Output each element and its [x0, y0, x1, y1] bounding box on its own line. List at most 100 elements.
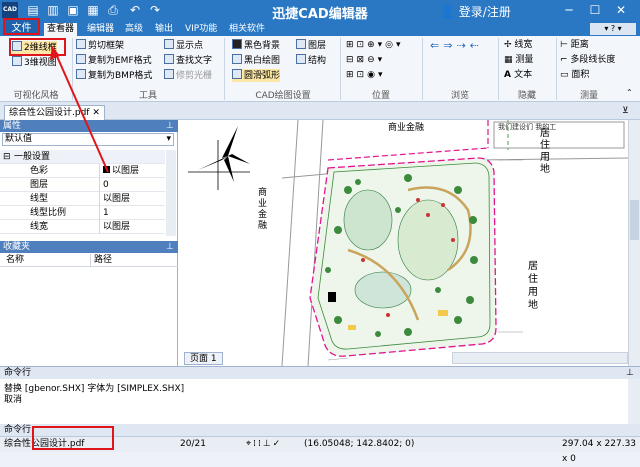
pin-icon[interactable]: ⊥	[166, 120, 174, 132]
snap-toolbar[interactable]: ⌖⁞⁞⊥✓	[246, 437, 282, 452]
layers-button[interactable]: 图层	[296, 39, 326, 52]
scroll-thumb[interactable]	[630, 200, 639, 240]
property-key: 线型比例	[30, 208, 67, 218]
show-points-button[interactable]: 显示点	[164, 39, 203, 52]
property-row[interactable]: 线宽 以图层	[0, 220, 165, 234]
status-size: 297.04 x 227.33 x 0	[562, 439, 637, 464]
collapse-ribbon-icon[interactable]: ⌃	[626, 88, 633, 97]
distance-button[interactable]: ⊢ 距离	[560, 39, 589, 52]
divider	[498, 38, 499, 100]
group-label-tools: 工具	[138, 91, 157, 101]
structure-button[interactable]: 结构	[296, 54, 326, 67]
favorites-header: 收藏夹 ⊥	[0, 241, 178, 253]
browse-arrows[interactable]: ⇐⇒⇢⇠	[430, 39, 483, 52]
login-link[interactable]: 👤 登录/注册	[440, 3, 511, 20]
group-row[interactable]: ⊟ 一般设置	[0, 150, 165, 164]
command-scrollbar[interactable]	[628, 379, 640, 425]
close-button[interactable]: ✕	[612, 2, 630, 18]
tab-editor[interactable]: 编辑器	[84, 23, 117, 36]
page-tab[interactable]: 页面 1	[184, 352, 223, 365]
tab-vip[interactable]: VIP功能	[182, 23, 220, 36]
bw-drawing-button[interactable]: 黑白绘图	[232, 54, 280, 67]
status-page: 20/21	[180, 439, 206, 449]
tab-related-software[interactable]: 相关软件	[226, 23, 268, 36]
property-value: 以图层	[99, 192, 165, 206]
tab-output[interactable]: 输出	[152, 23, 176, 36]
view-3d-label: 3维视图	[24, 58, 57, 68]
copy-emf-button[interactable]: 复制为EMF格式	[76, 54, 152, 67]
bw-icon	[232, 54, 242, 64]
text-button[interactable]: A 文本	[504, 69, 532, 82]
show-points-label: 显示点	[176, 41, 204, 51]
position-zoom-row-1[interactable]: ⊞⊡⊕▾◎▾	[346, 39, 404, 52]
polyline-length-button[interactable]: ⌐ 多段线长度	[560, 54, 615, 67]
vertical-scrollbar[interactable]	[628, 120, 640, 366]
position-zoom-row-2[interactable]: ⊟⊠⊖▾	[346, 54, 385, 67]
group-label-cad: CAD绘图设置	[255, 91, 311, 101]
cad-drawing	[188, 120, 628, 366]
area-label: 面积	[571, 70, 590, 80]
rotate-icon: ◉▾	[367, 70, 386, 80]
grid-icon[interactable]: ⁞⁞	[253, 439, 263, 449]
label-residential: 居住用地	[528, 261, 538, 311]
layers-label: 图层	[308, 41, 327, 51]
pin-icon[interactable]: ⊥	[626, 367, 634, 379]
property-row[interactable]: 色彩 以图层	[0, 164, 165, 178]
find-text-button[interactable]: 查找文字	[164, 54, 212, 67]
close-tab-icon[interactable]: ✕	[92, 108, 100, 118]
distance-label: 距离	[570, 40, 589, 50]
tabs-dropdown-icon[interactable]: ⊻	[622, 106, 629, 116]
horizontal-scrollbar[interactable]	[452, 352, 628, 364]
position-zoom-row-3[interactable]: ⊞⊡◉▾	[346, 69, 385, 82]
lineweight-button[interactable]: ✢ 线宽	[504, 39, 532, 52]
copy-bmp-button[interactable]: 复制为BMP格式	[76, 69, 152, 82]
tab-viewer[interactable]: 查看器	[44, 23, 78, 36]
properties-scrollbar[interactable]	[166, 150, 176, 236]
property-row[interactable]: 线型比例 1	[0, 206, 165, 220]
default-value-label: 默认值	[5, 134, 33, 144]
divider	[224, 38, 225, 100]
style-dropdown[interactable]: ▾ ? ▾	[590, 23, 636, 35]
text-icon: A	[504, 70, 515, 80]
ortho-icon[interactable]: ⊥	[263, 439, 273, 449]
find-text-label: 查找文字	[176, 56, 213, 66]
maximize-button[interactable]: ☐	[586, 2, 604, 18]
measure-hide-button[interactable]: ▦ 测量	[504, 54, 533, 67]
group-label-position: 位置	[371, 91, 390, 101]
pin-icon[interactable]: ⊥	[166, 241, 174, 253]
tab-file[interactable]: 文件	[3, 18, 40, 35]
smooth-arc-label: 圆滑弧形	[244, 71, 281, 81]
trim-raster-button[interactable]: 修剪光栅	[164, 69, 212, 82]
login-label: 登录/注册	[458, 5, 511, 19]
divider	[72, 38, 73, 100]
column-name[interactable]: 名称	[6, 254, 24, 267]
highlight-box	[32, 426, 114, 450]
document-tab[interactable]: 综合性公园设计.pdf ✕	[4, 105, 105, 120]
structure-label: 结构	[308, 56, 327, 66]
polar-icon[interactable]: ✓	[273, 439, 283, 449]
property-row[interactable]: 线型 以图层	[0, 192, 165, 206]
black-bg-button[interactable]: 黑色背景	[232, 39, 280, 52]
drawing-canvas[interactable]: 商业金融 商业金融 居住用地 居住用地 我们建设们 我的工 页面 1	[178, 120, 628, 366]
minimize-button[interactable]: ─	[560, 2, 578, 18]
property-key: 线型	[30, 194, 49, 204]
ribbon: 2维线框 3维视图 可视化风格 剪切框架 复制为EMF格式 复制为BMP格式 显…	[0, 36, 640, 102]
property-row[interactable]: 图层 0	[0, 178, 165, 192]
area-button[interactable]: ▭ 面积	[560, 69, 589, 82]
app-title: 迅捷CAD编辑器	[272, 7, 368, 22]
default-value-select[interactable]: 默认值 ▾	[2, 133, 174, 146]
group-label: 一般设置	[14, 152, 51, 162]
copy-bmp-label: 复制为BMP格式	[88, 71, 153, 81]
properties-header: 属性 ⊥	[0, 120, 178, 132]
collapse-icon[interactable]: ⊟	[3, 150, 11, 164]
clip-frame-button[interactable]: 剪切框架	[76, 39, 124, 52]
structure-icon	[296, 54, 306, 64]
column-path[interactable]: 路径	[90, 254, 112, 267]
tab-advanced[interactable]: 高级	[122, 23, 146, 36]
view-3d-button[interactable]: 3维视图	[12, 56, 57, 69]
smooth-arc-button[interactable]: 圆滑弧形	[232, 69, 281, 82]
chevron-down-icon: ▾	[166, 134, 171, 144]
points-icon	[164, 39, 174, 49]
command-log-line: 取消	[4, 395, 23, 405]
properties-panel: 属性 ⊥ 默认值 ▾ ⊟ 一般设置 色彩 以图层 图层 0 线型 以图层 线型比例 1 线宽以…	[0, 120, 178, 366]
